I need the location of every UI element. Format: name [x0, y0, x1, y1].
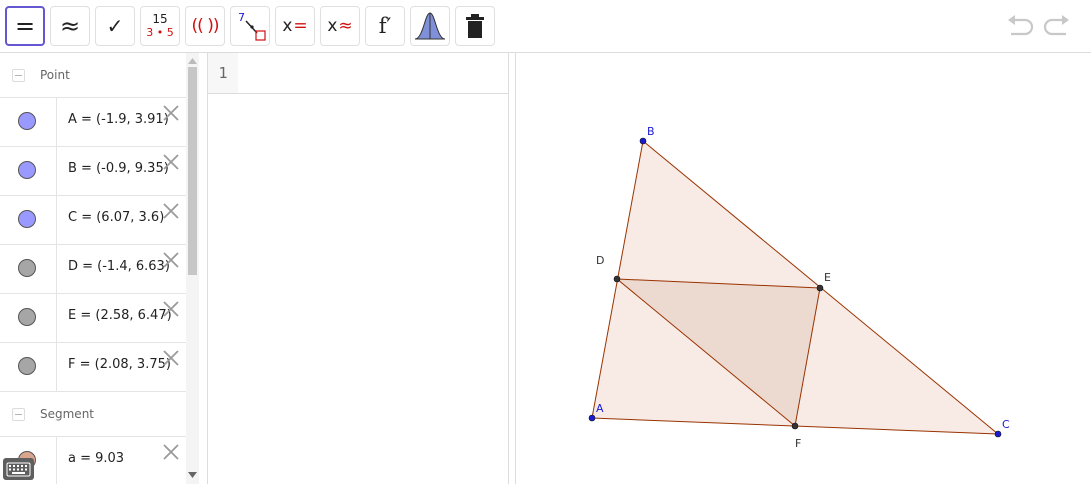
derivative-icon: f′: [378, 13, 392, 38]
category-label: Segment: [40, 407, 94, 421]
factor-tool-button[interactable]: 15 3 • 5: [140, 6, 180, 46]
algebra-row-point-d[interactable]: D = (-1.4, 6.63): [0, 245, 186, 294]
label-d: D: [596, 254, 604, 267]
undo-button[interactable]: [1005, 12, 1035, 40]
algebra-view: Point A = (-1.9, 3.91) B = (-0.9, 9.35) …: [0, 53, 199, 484]
evaluate-tool-button[interactable]: =: [5, 6, 45, 46]
keep-input-tool-button[interactable]: ✓: [95, 6, 135, 46]
marker-column: [0, 245, 57, 293]
close-icon[interactable]: [162, 202, 180, 220]
keyboard-icon: [6, 462, 31, 477]
algebra-row-point-c[interactable]: C = (6.07, 3.6): [0, 196, 186, 245]
algebra-row-point-f[interactable]: F = (2.08, 3.75): [0, 343, 186, 392]
marker-column: [0, 98, 57, 146]
cas-toolbar: = ≈ ✓ 15 3 • 5 (( )) 7 x = x ≈ f′: [0, 0, 1091, 53]
nsolve-icon-x: x: [327, 15, 338, 36]
redo-button[interactable]: [1042, 12, 1072, 40]
algebra-row-point-e[interactable]: E = (2.58, 6.47): [0, 294, 186, 343]
close-icon[interactable]: [162, 153, 180, 171]
point-definition[interactable]: C = (6.07, 3.6): [68, 210, 164, 225]
solve-icon-equals: =: [293, 15, 308, 36]
point-definition[interactable]: A = (-1.9, 3.91): [68, 112, 169, 127]
point-d[interactable]: [613, 275, 621, 283]
label-e: E: [824, 271, 831, 284]
visibility-toggle[interactable]: [18, 259, 36, 277]
checkmark-icon: ✓: [106, 14, 124, 38]
close-icon[interactable]: [162, 349, 180, 367]
equals-icon: =: [14, 12, 36, 40]
point-definition[interactable]: E = (2.58, 6.47): [68, 308, 172, 323]
visibility-toggle[interactable]: [18, 210, 36, 228]
substitute-icon: 7: [238, 11, 266, 41]
scroll-down-icon[interactable]: [188, 471, 197, 479]
label-a: A: [596, 402, 604, 415]
point-f[interactable]: [791, 422, 799, 430]
marker-column: [0, 294, 57, 342]
algebra-row-point-b[interactable]: B = (-0.9, 9.35): [0, 147, 186, 196]
point-b[interactable]: [639, 137, 647, 145]
solve-icon-x: x: [282, 15, 293, 36]
visibility-toggle[interactable]: [18, 161, 36, 179]
cas-row-number: 1: [208, 53, 238, 93]
point-a[interactable]: [588, 414, 596, 422]
graphics-canvas[interactable]: A B C D E F: [516, 53, 1091, 484]
point-definition[interactable]: B = (-0.9, 9.35): [68, 161, 169, 176]
factor-icon-top: 15: [152, 12, 168, 26]
category-label: Point: [40, 68, 70, 82]
label-c: C: [1002, 418, 1010, 431]
expand-tool-button[interactable]: (( )): [185, 6, 225, 46]
close-icon[interactable]: [162, 251, 180, 269]
derivative-tool-button[interactable]: f′: [365, 6, 405, 46]
keyboard-button[interactable]: [3, 458, 34, 480]
label-b: B: [647, 125, 655, 138]
visibility-toggle[interactable]: [18, 308, 36, 326]
numeric-tool-button[interactable]: ≈: [50, 6, 90, 46]
cas-view: 1: [208, 53, 508, 484]
category-segment[interactable]: Segment: [0, 392, 186, 437]
point-definition[interactable]: D = (-1.4, 6.63): [68, 259, 170, 274]
marker-column: [0, 196, 57, 244]
close-icon[interactable]: [162, 104, 180, 122]
factor-icon-bottom: 3 • 5: [146, 26, 174, 39]
close-icon[interactable]: [162, 300, 180, 318]
collapse-icon[interactable]: [12, 69, 25, 82]
solve-tool-button[interactable]: x =: [275, 6, 315, 46]
marker-column: [0, 343, 57, 391]
scrollbar-thumb[interactable]: [188, 67, 197, 275]
solve-numerically-tool-button[interactable]: x ≈: [320, 6, 360, 46]
cas-graphics-divider[interactable]: [508, 53, 509, 484]
cas-input-cell[interactable]: [238, 53, 508, 93]
algebra-row-point-a[interactable]: A = (-1.9, 3.91): [0, 98, 186, 147]
point-e[interactable]: [816, 284, 824, 292]
substitute-tool-button[interactable]: 7: [230, 6, 270, 46]
cas-row-divider: [208, 93, 508, 94]
visibility-toggle[interactable]: [18, 357, 36, 375]
visibility-toggle[interactable]: [18, 112, 36, 130]
segment-definition[interactable]: a = 9.03: [68, 451, 124, 466]
undo-icon: [1008, 15, 1034, 36]
scroll-up-icon[interactable]: [188, 57, 197, 65]
point-c[interactable]: [994, 430, 1002, 438]
approx-icon: ≈: [59, 12, 81, 40]
marker-column: [0, 147, 57, 195]
collapse-icon[interactable]: [12, 408, 25, 421]
expand-icon: (( )): [191, 15, 220, 36]
delete-tool-button[interactable]: [455, 6, 495, 46]
trash-icon: [466, 14, 484, 38]
close-icon[interactable]: [162, 443, 180, 461]
probability-tool-button[interactable]: [410, 6, 450, 46]
nsolve-icon-approx: ≈: [338, 15, 353, 36]
label-f: F: [795, 437, 801, 450]
algebra-scrollbar[interactable]: [186, 53, 199, 484]
substitute-icon-number: 7: [238, 11, 245, 24]
graphics-view[interactable]: A B C D E F: [516, 53, 1091, 484]
point-definition[interactable]: F = (2.08, 3.75): [68, 357, 171, 372]
redo-icon: [1043, 15, 1069, 36]
category-point[interactable]: Point: [0, 53, 186, 98]
bell-curve-icon: [414, 12, 446, 40]
